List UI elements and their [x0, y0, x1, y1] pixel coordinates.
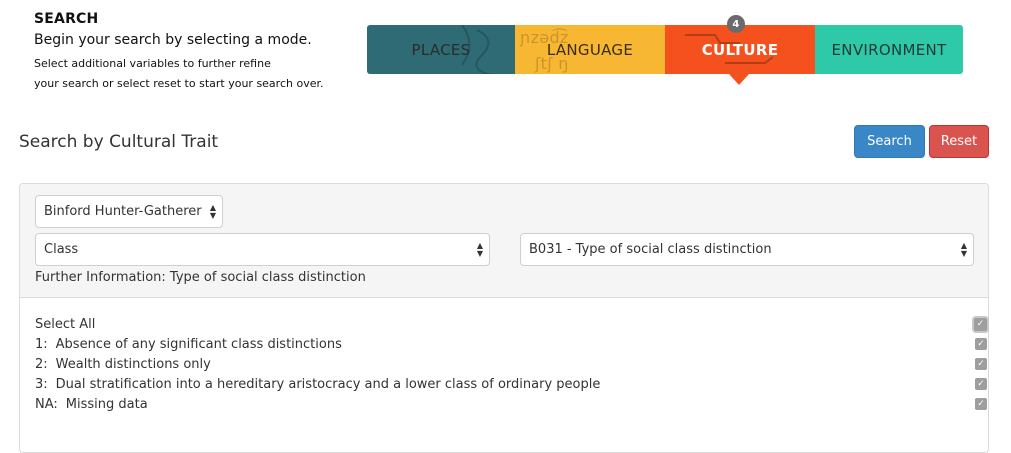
dataset-select-value: Binford Hunter-Gatherer	[44, 204, 202, 219]
select-arrows-icon: ▲ ▼	[476, 241, 483, 258]
category-select-value: Class	[44, 242, 79, 257]
list-item[interactable]: 2: Wealth distinctions only ✓	[35, 354, 987, 374]
tab-language-label: LANGUAGE	[546, 40, 634, 59]
option-code: NA:	[35, 396, 58, 412]
trait-options-list: Select All ✓ 1: Absence of any significa…	[35, 314, 987, 414]
option-label: Absence of any significant class distinc…	[55, 336, 342, 352]
option-checkbox[interactable]: ✓	[975, 378, 987, 390]
tab-places-label: PLACES	[411, 40, 471, 59]
option-checkbox[interactable]: ✓	[975, 398, 987, 410]
search-intro: SEARCH Begin your search by selecting a …	[34, 10, 364, 94]
option-label: Wealth distinctions only	[55, 356, 211, 372]
option-label: Dual stratification into a hereditary ar…	[55, 376, 601, 392]
category-select[interactable]: Class ▲ ▼	[35, 233, 490, 266]
tab-environment-label: ENVIRONMENT	[831, 40, 947, 59]
trait-filters: Binford Hunter-Gatherer ▲ ▼ Class ▲ ▼ B031…	[20, 184, 988, 298]
search-heading: SEARCH	[34, 11, 99, 27]
option-label: Missing data	[65, 396, 148, 412]
option-checkbox[interactable]: ✓	[975, 338, 987, 350]
select-all-row[interactable]: Select All ✓	[35, 314, 987, 334]
list-item[interactable]: 3: Dual stratification into a hereditary…	[35, 374, 987, 394]
select-arrows-icon: ▲ ▼	[209, 203, 216, 220]
dataset-select[interactable]: Binford Hunter-Gatherer ▲ ▼	[35, 195, 223, 228]
active-tab-indicator	[729, 74, 749, 85]
list-item[interactable]: 1: Absence of any significant class dist…	[35, 334, 987, 354]
select-all-checkbox[interactable]: ✓	[974, 318, 987, 331]
mode-tabs: PLACES ɲzəd͡z ʃtʃ ŋ LANGUAGE 4 CULTURE E…	[367, 15, 963, 85]
option-checkbox[interactable]: ✓	[975, 358, 987, 370]
variable-select[interactable]: B031 - Type of social class distinction …	[520, 233, 974, 266]
reset-button[interactable]: Reset	[929, 125, 989, 158]
instruction-line-2: your search or select reset to start you…	[34, 77, 324, 90]
list-item[interactable]: NA: Missing data ✓	[35, 394, 987, 414]
tab-places[interactable]: PLACES	[367, 25, 515, 74]
select-arrows-icon: ▲ ▼	[960, 241, 967, 258]
search-instructions: Select additional variables to further r…	[34, 54, 364, 94]
tab-culture-label: CULTURE	[701, 40, 779, 59]
select-all-label: Select All	[35, 316, 96, 332]
option-code: 3:	[35, 376, 48, 392]
further-information: Further Information: Type of social clas…	[35, 270, 366, 285]
tab-language[interactable]: ɲzəd͡z ʃtʃ ŋ LANGUAGE	[515, 25, 665, 74]
tab-culture[interactable]: 4 CULTURE	[665, 15, 815, 85]
instruction-line-1: Select additional variables to further r…	[34, 57, 271, 70]
option-code: 2:	[35, 356, 48, 372]
trait-panel: Binford Hunter-Gatherer ▲ ▼ Class ▲ ▼ B031…	[19, 183, 989, 453]
culture-count-badge: 4	[727, 15, 745, 33]
section-title: Search by Cultural Trait	[19, 132, 219, 152]
option-code: 1:	[35, 336, 48, 352]
variable-select-value: B031 - Type of social class distinction	[529, 242, 772, 257]
search-lead: Begin your search by selecting a mode.	[34, 32, 312, 48]
tab-environment[interactable]: ENVIRONMENT	[815, 25, 963, 74]
search-button[interactable]: Search	[854, 125, 925, 158]
